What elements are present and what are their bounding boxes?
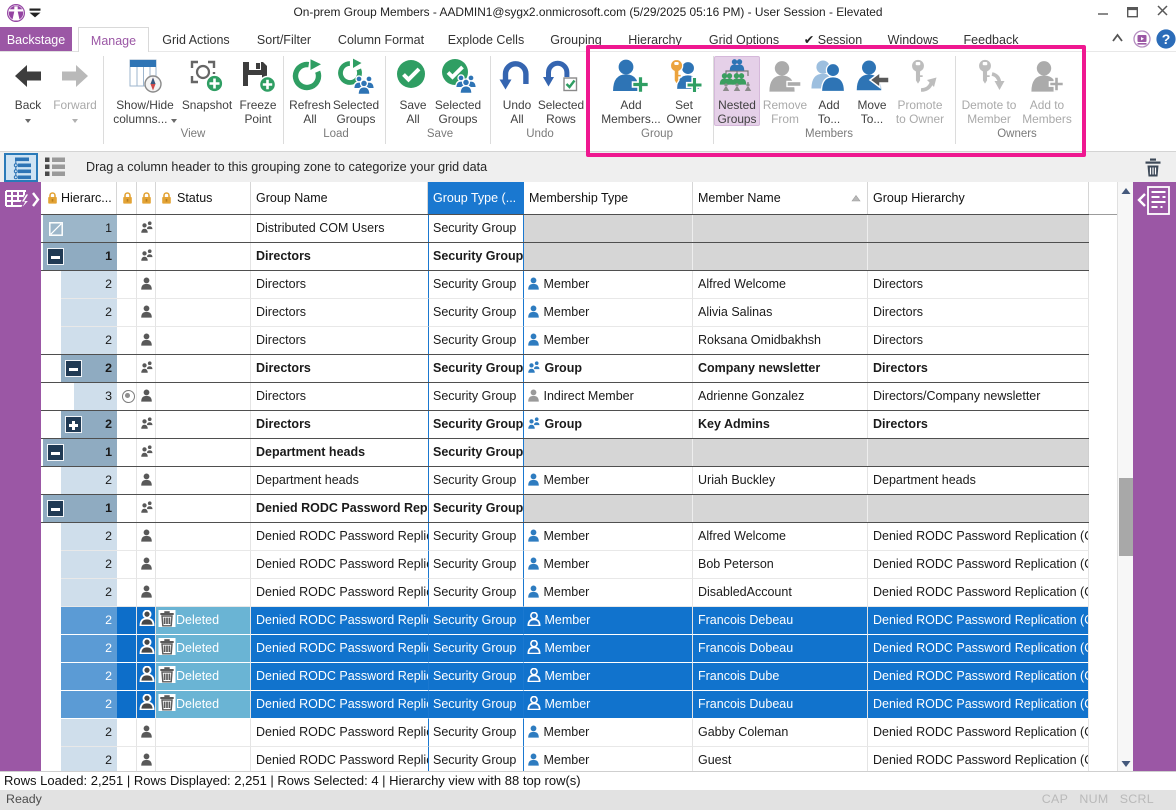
svg-text:?: ? [1162, 31, 1171, 47]
